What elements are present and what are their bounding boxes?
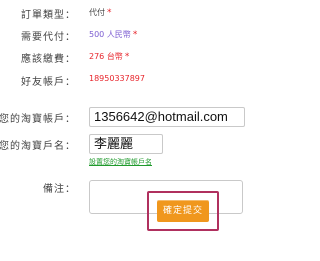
set-account-name-link[interactable]: 設置您的淘寶帳戶名 — [89, 157, 152, 167]
remarks-row: 備注： — [0, 180, 258, 216]
order-type-row: 訂單類型： 代付 * — [0, 5, 258, 21]
payable-text: 276 台幣 — [89, 52, 123, 61]
account-input[interactable]: 1356642@hotmail.com — [89, 107, 245, 127]
account-name-label: 您的淘寶戶名： — [0, 141, 76, 152]
amount-needed-label: 需要代付： — [21, 32, 76, 43]
order-type-label: 訂單類型： — [21, 10, 76, 21]
payable-label: 應該繳費： — [21, 54, 76, 65]
remarks-label: 備注： — [43, 184, 76, 195]
friend-account-row: 好友帳戶： 18950337897 — [0, 72, 258, 88]
payable-value: 276 台幣 * — [89, 51, 129, 62]
submit-highlight: 確定提交 — [147, 191, 219, 231]
amount-needed-row: 需要代付： 500 人民幣 * — [0, 27, 258, 43]
submit-button[interactable]: 確定提交 — [157, 200, 209, 222]
account-name-row: 您的淘寶戶名： 李麗麗 設置您的淘寶帳戶名 — [0, 133, 258, 167]
order-type-value: 代付 * — [89, 7, 112, 18]
required-star: * — [124, 52, 130, 62]
account-label: 您的淘寶帳戶： — [0, 114, 76, 125]
amount-needed-text: 500 人民幣 — [89, 30, 131, 39]
payable-row: 應該繳費： 276 台幣 * — [0, 49, 258, 65]
friend-account-value: 18950337897 — [89, 74, 145, 83]
friend-account-label: 好友帳戶： — [21, 77, 76, 88]
account-row: 您的淘寶帳戶： 1356642@hotmail.com — [0, 106, 258, 128]
order-type-text: 代付 — [89, 8, 105, 17]
account-name-input[interactable]: 李麗麗 — [89, 134, 163, 154]
required-star: * — [132, 30, 138, 40]
amount-needed-value: 500 人民幣 * — [89, 29, 137, 40]
required-star: * — [107, 8, 112, 18]
